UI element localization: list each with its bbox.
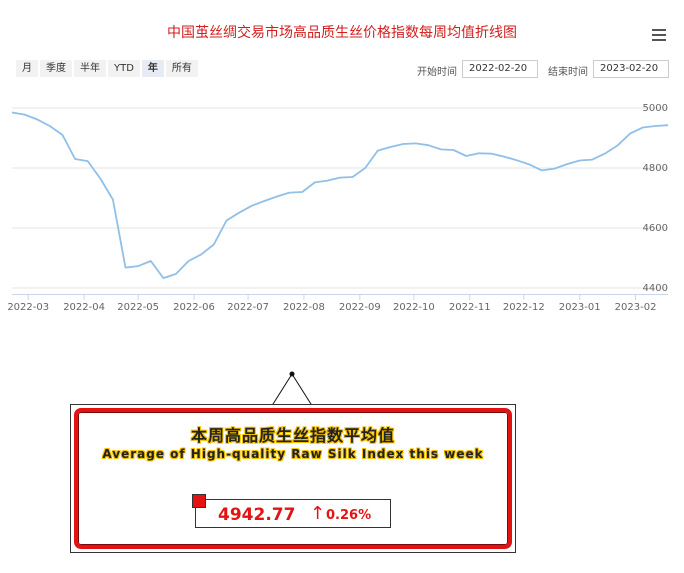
x-tick-label: 2023-02 (615, 302, 657, 313)
data-point (339, 176, 341, 178)
data-point (377, 149, 379, 151)
data-point (61, 134, 63, 136)
x-tick-label: 2022-11 (449, 302, 491, 313)
x-tick-label: 2022-08 (283, 302, 325, 313)
data-point (351, 176, 353, 178)
data-point (402, 143, 404, 145)
data-point (604, 152, 606, 154)
range-button-month[interactable]: 月 (16, 60, 38, 77)
data-point (440, 148, 442, 150)
data-point (566, 163, 568, 165)
end-date-label: 结束时间 (548, 67, 588, 78)
y-tick-label: 4600 (643, 223, 668, 234)
data-point (414, 142, 416, 144)
up-arrow-icon: ↑ (310, 503, 326, 524)
panel-title-en: Average of High-quality Raw Silk Index t… (102, 447, 484, 461)
data-point (150, 260, 152, 262)
range-button-quarter[interactable]: 季度 (40, 60, 72, 77)
series-line (11, 111, 669, 280)
data-point (515, 159, 517, 161)
value-box-marker (192, 494, 206, 508)
line-chart: 4400 4600 4800 5000 2022-03 2022-04 2022-05 202… (7, 103, 669, 313)
data-point (389, 146, 391, 148)
x-tick-label: 2022-03 (7, 302, 49, 313)
change-percent: 0.26% (326, 508, 372, 523)
index-value: 4942.77 (218, 505, 296, 525)
data-point (452, 149, 454, 151)
value-box: 4942.77 ↑ 0.26% (192, 494, 391, 528)
data-point (288, 191, 290, 193)
data-point (364, 167, 366, 169)
weekly-average-panel: 本周高品质生丝指数平均值 Average of High-quality Raw… (70, 404, 516, 553)
data-point (23, 113, 25, 115)
x-tick-label: 2022-04 (63, 302, 105, 313)
range-button-ytd[interactable]: YTD (108, 60, 140, 77)
end-date-input[interactable]: 2023-02-20 (593, 60, 669, 78)
x-tick-label: 2022-06 (173, 302, 215, 313)
range-button-all[interactable]: 所有 (165, 60, 198, 77)
y-tick-label: 4800 (643, 163, 668, 174)
chart-title: 中国茧丝绸交易市场高品质生丝价格指数每周均值折线图 (167, 25, 517, 41)
data-point (74, 158, 76, 160)
data-point (137, 265, 139, 267)
data-point (427, 144, 429, 146)
data-point (591, 158, 593, 160)
range-button-half-year[interactable]: 半年 (74, 60, 106, 77)
data-point (541, 169, 543, 171)
x-tick-label: 2022-10 (393, 302, 435, 313)
data-point (578, 159, 580, 161)
data-point (175, 273, 177, 275)
data-point (250, 205, 252, 207)
y-tick-label: 4400 (643, 283, 668, 294)
x-tick-label: 2022-12 (503, 302, 545, 313)
data-point (276, 195, 278, 197)
data-point (326, 179, 328, 181)
range-selector: 月 季度 半年 YTD 年 所有 (16, 60, 200, 77)
data-point (200, 253, 202, 255)
panel-title-cn: 本周高品质生丝指数平均值 (190, 426, 395, 445)
data-point (314, 181, 316, 183)
data-point (503, 155, 505, 157)
y-tick-label: 5000 (643, 103, 668, 114)
data-point (301, 191, 303, 193)
data-point (616, 144, 618, 146)
data-point (49, 125, 51, 127)
data-point (654, 125, 656, 127)
start-date-label: 开始时间 (417, 67, 457, 78)
data-point (263, 200, 265, 202)
x-tick-label: 2022-07 (227, 302, 269, 313)
hamburger-menu-icon[interactable] (652, 29, 666, 42)
range-button-year[interactable]: 年 (141, 60, 164, 77)
x-tick-label: 2023-01 (559, 302, 601, 313)
data-point (86, 160, 88, 162)
data-point (99, 177, 101, 179)
data-point (553, 167, 555, 169)
data-point (11, 111, 13, 113)
start-date-input[interactable]: 2022-02-20 (462, 60, 538, 78)
data-point (629, 132, 631, 134)
data-point (124, 266, 126, 268)
x-tick-label: 2022-05 (117, 302, 159, 313)
data-point (225, 219, 227, 221)
data-point (112, 198, 114, 200)
data-point (528, 163, 530, 165)
data-point (238, 212, 240, 214)
data-point (490, 152, 492, 154)
data-point (162, 277, 164, 279)
data-point (213, 243, 215, 245)
data-point (465, 155, 467, 157)
data-point (187, 260, 189, 262)
data-point (667, 124, 669, 126)
data-point (642, 126, 644, 128)
x-tick-label: 2022-09 (339, 302, 381, 313)
data-point (36, 118, 38, 120)
data-point (478, 152, 480, 154)
